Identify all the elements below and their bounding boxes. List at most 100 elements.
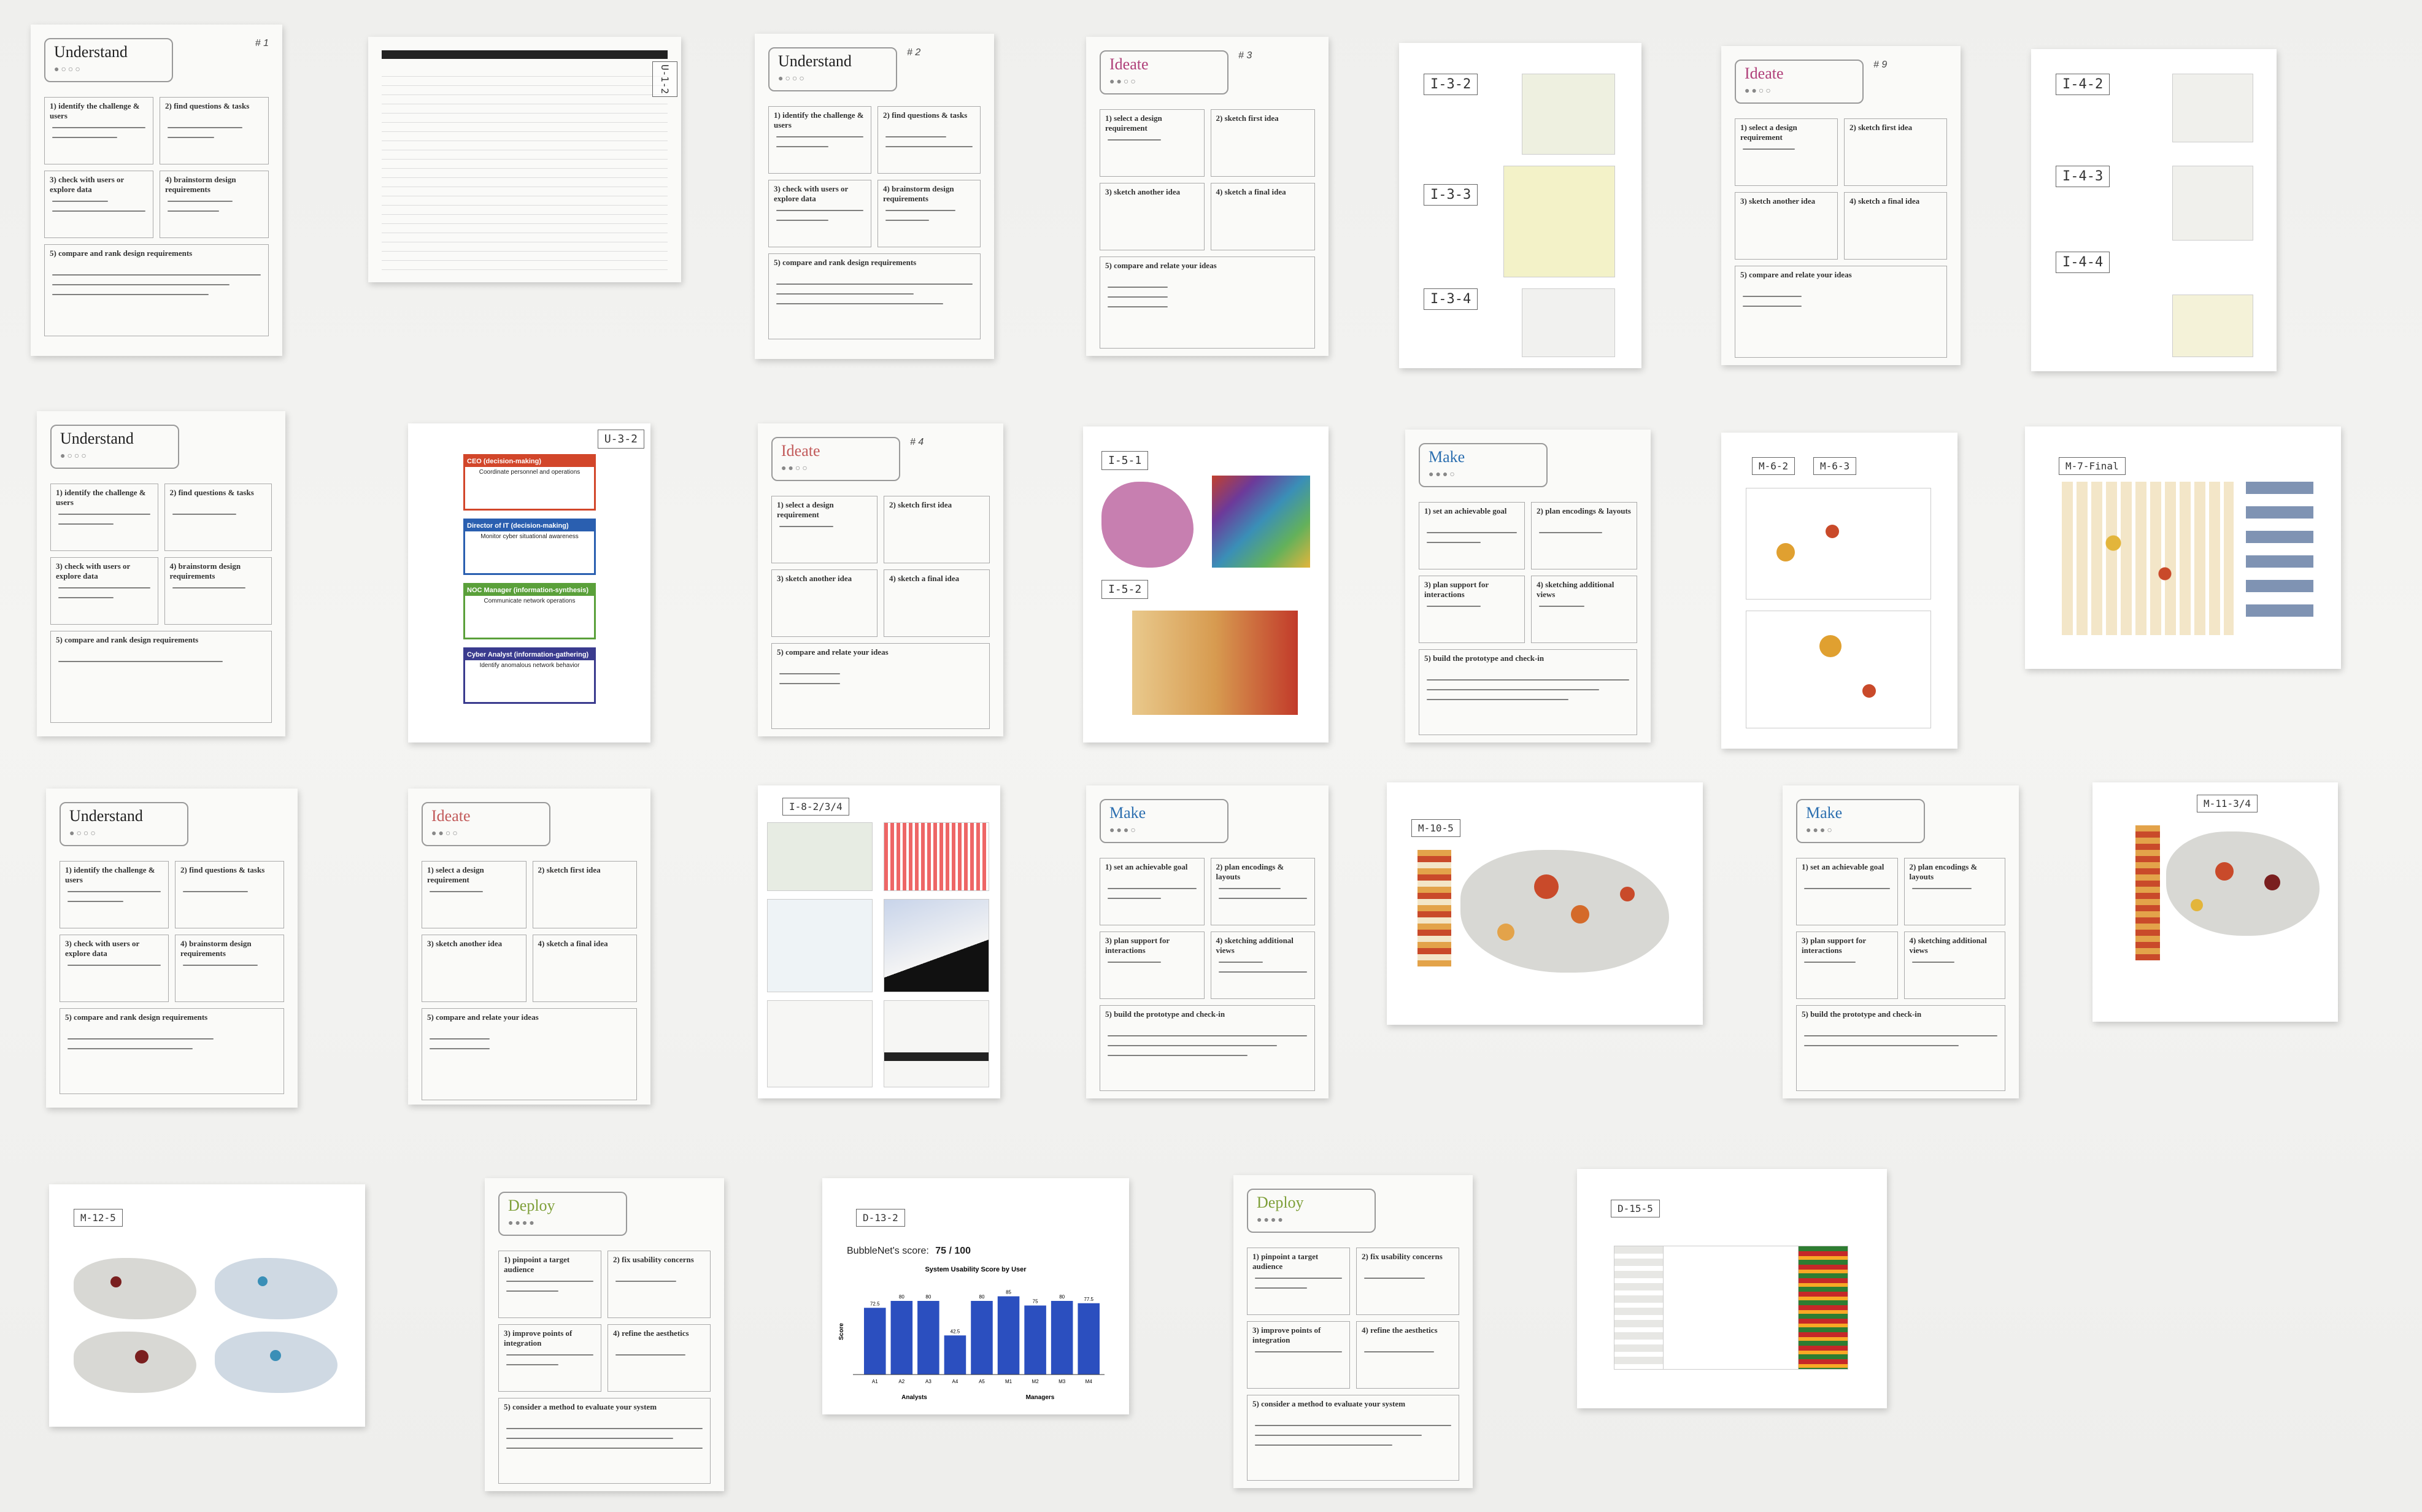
bubble-mark: [135, 1350, 148, 1364]
role-card: NOC Manager (information-synthesis) Commu…: [463, 583, 596, 639]
step-box: 3) improve points of integration: [498, 1324, 601, 1392]
understand-worksheet: Understand ●○○○ # 2 1) identify the challe…: [755, 34, 994, 359]
sticky-sketch: [1522, 288, 1615, 357]
group-label-analysts: Analysts: [901, 1394, 927, 1401]
prototype-bars: [2246, 482, 2313, 629]
page-number: # 9: [1873, 60, 1888, 70]
phase-title: Understand: [69, 807, 143, 825]
sheet-tag: D-15-5: [1611, 1200, 1660, 1217]
step-box: 2) plan encodings & layouts: [1903, 858, 2005, 925]
collage-image: [767, 899, 873, 992]
sticky-sketch: [2172, 74, 2253, 142]
step-box: 3) check with users or explore data: [50, 557, 158, 625]
ideate-worksheet: Ideate ●●○○ # 3 1) select a design require…: [1086, 37, 1329, 356]
phase-title: Understand: [54, 43, 128, 61]
step-box: 1) select a design requirement: [771, 496, 877, 563]
bar-value-label: 77.5: [1084, 1297, 1093, 1302]
sticky-sketch: [2172, 295, 2253, 357]
step-box: 4) brainstorm design requirements: [164, 557, 272, 625]
task-table-sheet: U-1-2: [368, 37, 681, 282]
collage-image: [884, 899, 989, 992]
step-box: 3) check with users or explore data: [60, 935, 169, 1002]
bubble-mark: [1819, 635, 1842, 657]
world-map: [215, 1258, 337, 1319]
map-sketch-sheet: I-5-1 I-5-2: [1083, 426, 1329, 742]
bubble-mark: [1620, 887, 1635, 901]
understand-worksheet: Understand ●○○○ # 1 1) identify the challe…: [31, 25, 282, 356]
bar-A4: [944, 1335, 966, 1375]
phase-dots: ●●○○: [1109, 76, 1138, 86]
step-box: 2) sketch first idea: [884, 496, 990, 563]
bubble-mark: [1571, 905, 1589, 924]
step-box: 4) sketch a final idea: [884, 569, 990, 637]
step-box: 3) sketch another idea: [771, 569, 877, 637]
step-box: 5) compare and rank design requirements: [768, 253, 981, 339]
collage-image: [884, 1000, 989, 1087]
phase-dots: ●●●●: [1257, 1214, 1285, 1224]
prototype-sketch: [1746, 611, 1931, 728]
understand-worksheet: Understand ●○○○ 1) identify the challenge…: [46, 789, 298, 1108]
step-box: 1) set an achievable goal: [1100, 858, 1205, 925]
step-box: 4) sketch a final idea: [532, 935, 637, 1002]
ideate-worksheet: Ideate ●●○○ # 4 1) select a design require…: [758, 423, 1003, 736]
sheet-tag: M-6-3: [1813, 457, 1857, 475]
make-worksheet: Make ●●●○ 1) set an achievable goal 2) pl…: [1086, 785, 1329, 1098]
bar-group: 72.5 A1 80 A2 80 A3 42.5 A4 80 A5 85 M1 75 M2 80 M3 77.5…: [864, 1290, 1100, 1384]
phase-dots: ●●○○: [781, 463, 809, 472]
understand-worksheet: Understand ●○○○ 1) identify the challenge…: [37, 411, 285, 736]
bar-M3: [1051, 1301, 1073, 1375]
step-box: 3) check with users or explore data: [768, 180, 871, 247]
step-box: 1) select a design requirement: [1735, 118, 1838, 186]
phase-title: Make: [1109, 804, 1146, 822]
phase-title: Ideate: [1745, 64, 1784, 82]
bubble-mark: [2191, 899, 2203, 911]
step-box: 5) compare and relate your ideas: [1735, 266, 1947, 358]
page-number: # 3: [1238, 50, 1252, 61]
bar-A1: [864, 1308, 886, 1375]
phase-title: Ideate: [1109, 55, 1149, 73]
sus-chart-sheet: D-13-2 BubbleNet's score: 75 / 100 Syste…: [822, 1178, 1129, 1414]
sketch-sheet: I-4-2 I-4-3 I-4-4: [2031, 49, 2277, 371]
prototype-sketch-sheet: M-6-2 M-6-3: [1721, 433, 1957, 749]
page-number: # 4: [910, 437, 924, 447]
x-tick-label: A4: [952, 1379, 958, 1384]
step-box: 2) sketch first idea: [1844, 118, 1947, 186]
sticky-sketch: [1522, 74, 1615, 155]
sus-score-label: BubbleNet's score:: [847, 1246, 929, 1256]
step-box: 5) compare and relate your ideas: [771, 643, 990, 729]
sheet-tag: M-10-5: [1411, 819, 1460, 837]
step-box: 4) sketch a final idea: [1210, 183, 1315, 250]
table-rows: [382, 68, 668, 270]
sheet-tag: I-4-4: [2056, 252, 2110, 273]
sheet-tag: I-3-4: [1424, 288, 1478, 310]
phase-dots: ●○○○: [778, 73, 806, 83]
tile-grid-map: [1212, 476, 1310, 568]
bubble-mark: [2264, 874, 2280, 890]
bar-value-label: 42.5: [951, 1329, 960, 1334]
france-map: [1101, 482, 1194, 568]
phase-dots: ●○○○: [69, 828, 98, 838]
step-box: 1) set an achievable goal: [1419, 502, 1525, 569]
sheet-tag: I-3-2: [1424, 74, 1478, 95]
sheet-tag: I-3-3: [1424, 184, 1478, 206]
step-box: 5) build the prototype and check-in: [1100, 1005, 1315, 1091]
wall: Understand ●○○○ # 1 1) identify the challe…: [0, 0, 2422, 1512]
step-box: 3) check with users or explore data: [44, 171, 153, 238]
bubble-mark: [1497, 924, 1514, 941]
bar-value-label: 75: [1033, 1299, 1038, 1305]
world-map: [74, 1258, 196, 1319]
make-worksheet: Make ●●●○ 1) set an achievable goal 2) pl…: [1783, 785, 2019, 1098]
step-box: 4) brainstorm design requirements: [175, 935, 284, 1002]
step-box: 5) compare and relate your ideas: [1100, 256, 1315, 349]
phase-title: Understand: [60, 430, 134, 447]
phase-title: Make: [1806, 804, 1843, 822]
table-header-bar: [382, 50, 668, 59]
deployed-dashboard-sheet: D-15-5: [1577, 1169, 1887, 1408]
step-box: 2) plan encodings & layouts: [1210, 858, 1315, 925]
deploy-worksheet: Deploy ●●●● 1) pinpoint a target audience…: [1233, 1175, 1473, 1488]
dashboard-heatmap: [1798, 1246, 1848, 1370]
choropleth-grid: [1132, 611, 1298, 715]
ideate-worksheet: Ideate ●●○○ 1) select a design requiremen…: [408, 789, 650, 1105]
collage-image: [767, 1000, 873, 1087]
step-box: 5) compare and rank design requirements: [60, 1008, 284, 1094]
